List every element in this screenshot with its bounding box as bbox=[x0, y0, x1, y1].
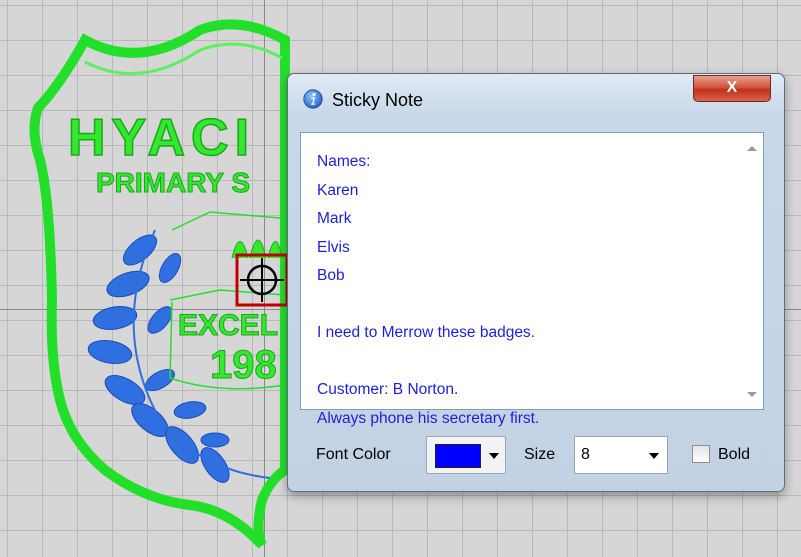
scroll-down-icon[interactable] bbox=[747, 392, 757, 397]
vertical-scrollbar[interactable] bbox=[741, 133, 763, 409]
font-color-label: Font Color bbox=[316, 446, 391, 463]
badge-line-3: EXCEL bbox=[178, 309, 278, 342]
badge-line-2: PRIMARY S bbox=[96, 167, 250, 198]
window-client-area: Names: Karen Mark Elvis Bob I need to Me… bbox=[296, 122, 774, 482]
badge-line-1: HYACI bbox=[68, 109, 255, 167]
badge-line-4: 198 bbox=[210, 343, 277, 387]
crosshair-marker-icon bbox=[235, 253, 289, 307]
size-value: 8 bbox=[581, 446, 590, 463]
scroll-up-icon[interactable] bbox=[747, 146, 757, 151]
bold-checkbox[interactable] bbox=[692, 445, 710, 463]
size-label: Size bbox=[524, 446, 556, 463]
title-bar[interactable]: Sticky Note X bbox=[288, 74, 784, 122]
info-icon bbox=[303, 89, 323, 109]
size-dropdown[interactable]: 8 bbox=[574, 436, 668, 474]
font-color-swatch bbox=[435, 444, 481, 468]
font-color-dropdown[interactable] bbox=[426, 436, 506, 474]
close-button[interactable]: X bbox=[693, 75, 771, 102]
bold-label: Bold bbox=[718, 446, 751, 463]
chevron-down-icon[interactable] bbox=[489, 453, 499, 459]
note-textarea[interactable]: Names: Karen Mark Elvis Bob I need to Me… bbox=[300, 132, 764, 427]
note-text[interactable]: Names: Karen Mark Elvis Bob I need to Me… bbox=[317, 148, 735, 433]
chevron-down-icon[interactable] bbox=[649, 453, 659, 459]
window-title: Sticky Note bbox=[332, 90, 424, 110]
shield-outline bbox=[29, 19, 290, 549]
sticky-note-window[interactable]: Sticky Note X Names: Karen Mark Elvis Bo… bbox=[287, 73, 785, 492]
